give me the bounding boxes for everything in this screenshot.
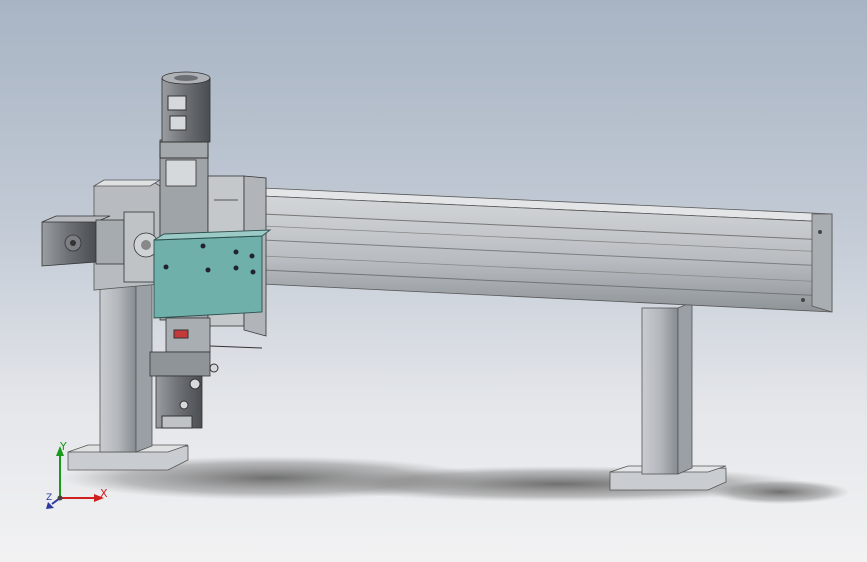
end-effector[interactable] [149,317,263,429]
z-axis-label: Z [46,493,53,503]
x-axis-beam[interactable] [261,187,833,313]
cad-viewport[interactable]: X Y Z [0,0,867,562]
x-axis-label: X [100,487,108,500]
right-support-pillar[interactable] [609,301,727,491]
z-axis-motor[interactable] [159,71,211,159]
axis-triad: X Y Z [40,438,120,514]
carriage-plate[interactable] [153,229,272,319]
y-axis-label: Y [60,440,67,453]
gantry-model[interactable] [0,0,867,562]
